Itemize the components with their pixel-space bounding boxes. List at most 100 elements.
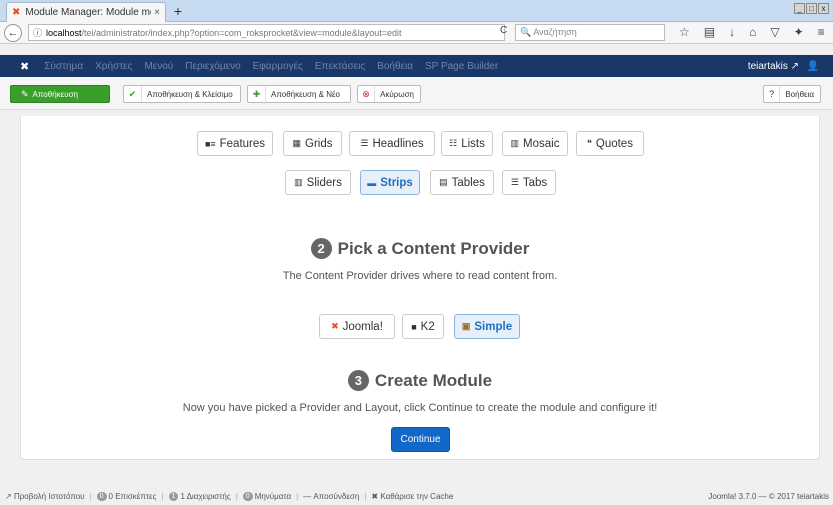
step2-heading: 2 Pick a Content Provider [21,238,819,259]
browser-toolbar-icons: ☆ ▤ ↓ ⌂ ▽ ✦ ≡ [679,25,825,39]
save-close-button[interactable]: ✔ Αποθήκευση & Κλείσιμο [123,85,241,103]
layout-features-button[interactable]: ■≡ Features [197,131,273,156]
step3-description: Now you have picked a Provider and Layou… [182,402,658,414]
layout-lists-button[interactable]: ☷ Lists [441,131,493,156]
layout-label: Headlines [372,137,424,150]
admins-badge: 1 [168,492,179,501]
messages-badge: 0 [242,492,253,501]
extension-icon[interactable]: ✦ [794,25,804,39]
url-host: localhost [46,27,82,38]
provider-label: K2 [420,320,435,333]
menu-sp-page-builder[interactable]: SP Page Builder [425,61,498,72]
save-new-button[interactable]: ✚ Αποθήκευση & Νέο [247,85,351,103]
preview-label: Προβολή Ιστοτόπου [13,492,85,501]
menu-menus[interactable]: Μενού [144,61,173,72]
menu-system[interactable]: Σύστημα [44,61,83,72]
back-button[interactable]: ← [4,23,22,42]
layout-sliders-button[interactable]: ▥ Sliders [285,170,351,195]
visitors-link[interactable]: 00 Επισκέπτες [96,492,156,501]
reload-icon[interactable]: C [500,25,507,36]
layout-mosaic-button[interactable]: ▥ Mosaic [502,131,568,156]
messages-link[interactable]: 0 Μηνύματα [242,492,291,501]
provider-k2-button[interactable]: ■ K2 [402,314,444,339]
strips-icon: ▬ [367,177,377,188]
joomla-logo-icon[interactable]: ✖ [20,60,29,73]
search-placeholder: Αναζήτηση [533,27,577,37]
new-tab-button[interactable]: + [170,3,186,19]
search-input[interactable]: 🔍 Αναζήτηση [515,24,665,41]
layout-label: Tabs [522,176,548,189]
step2-description: The Content Provider drives where to rea… [282,270,558,282]
module-wizard-card: ■≡ Features ▦ Grids ☰ Headlines ☷ Lists ▥ Mos… [20,116,820,460]
window-controls: _ □ x [794,3,829,14]
layout-label: Mosaic [523,137,560,150]
menu-users[interactable]: Χρήστες [95,61,132,72]
maximize-button[interactable]: □ [806,3,817,14]
browser-tab[interactable]: ✖ Module Manager: Module mod_r × [6,2,166,22]
save-label: Αποθήκευση [32,89,78,99]
help-button[interactable]: ? Βοήθεια [763,85,821,103]
admins-label: 1 Διαχειριστής [180,492,231,501]
layout-tables-button[interactable]: ▤ Tables [430,170,494,195]
user-name: teiartakis [747,60,788,72]
question-icon: ? [764,86,781,102]
joomla-icon: ✖ [331,321,339,331]
logout-link[interactable]: — Αποσύνδεση [303,492,359,501]
cancel-button[interactable]: ⊗ Ακύρωση [357,85,421,103]
admin-menu-bar: ✖ Σύστημα Χρήστες Μενού Περιεχόμενο Εφαρ… [0,55,833,77]
user-menu[interactable]: teiartakis ↗ [748,61,799,72]
preview-site-link[interactable]: ↗ Προβολή Ιστοτόπου [5,492,85,501]
admins-link[interactable]: 11 Διαχειριστής [168,492,231,501]
menu-help[interactable]: Βοήθεια [377,61,413,72]
browser-nav-bar: ← ⓘ localhost/tei/administrator/index.ph… [0,22,833,44]
clear-cache-link[interactable]: ✖ Καθάρισε την Cache [371,492,453,501]
browser-tab-bar: ✖ Module Manager: Module mod_r × + _ □ x [0,0,833,22]
menu-components[interactable]: Εφαρμογές [253,61,303,72]
logout-label: Αποσύνδεση [313,492,360,501]
bookmark-star-icon[interactable]: ☆ [679,25,690,39]
menu-content[interactable]: Περιεχόμενο [185,61,240,72]
table-icon: ▤ [439,177,448,187]
tab-close-icon[interactable]: × [154,7,160,18]
step2-number: 2 [310,238,332,259]
close-window-button[interactable]: x [818,3,829,14]
plus-icon: ✚ [248,86,266,102]
home-icon[interactable]: ⌂ [749,25,756,39]
url-bar[interactable]: ⓘ localhost/tei/administrator/index.php?… [28,24,505,41]
layout-label: Features [219,137,266,150]
minimize-button[interactable]: _ [794,3,805,14]
layout-grids-button[interactable]: ▦ Grids [283,131,342,156]
menu-extensions[interactable]: Επεκτάσεις [315,61,365,72]
provider-label: Joomla! [342,320,383,333]
layout-label: Grids [305,137,333,150]
tabs-icon: ☰ [510,177,519,187]
layout-label: Strips [380,176,413,189]
version-text: Joomla! 3.7.0 — © 2017 teiartakis [708,492,829,501]
action-toolbar: ✎ Αποθήκευση ✔ Αποθήκευση & Κλείσιμο ✚ Α… [0,77,833,110]
check-icon: ✔ [124,86,142,102]
menu-icon[interactable]: ≡ [818,25,825,39]
download-icon[interactable]: ↓ [729,25,735,39]
layout-quotes-button[interactable]: ❝ Quotes [576,131,644,156]
save-button[interactable]: ✎ Αποθήκευση [10,85,110,103]
continue-button[interactable]: Continue [391,427,450,452]
info-icon[interactable]: ⓘ [33,26,42,39]
layout-strips-button[interactable]: ▬ Strips [360,170,420,195]
layout-label: Tables [451,176,485,189]
pocket-icon[interactable]: ▽ [770,25,779,39]
save-new-label: Αποθήκευση & Νέο [271,89,340,99]
k2-icon: ■ [411,321,417,332]
cancel-icon: ⊗ [358,86,376,102]
layout-label: Quotes [595,137,633,150]
layout-headlines-button[interactable]: ☰ Headlines [349,131,435,156]
list-icon: ☷ [449,138,458,148]
cancel-label: Ακύρωση [380,89,414,99]
provider-simple-button[interactable]: ▣ Simple [454,314,520,339]
provider-joomla-button[interactable]: ✖ Joomla! [319,314,395,339]
user-icon[interactable]: 👤 [807,61,819,72]
status-bar: ↗ Προβολή Ιστοτόπου | 00 Επισκέπτες | 11… [5,492,829,501]
step2-title: Pick a Content Provider [337,239,530,258]
layout-tabs-button[interactable]: ☰ Tabs [502,170,556,195]
sliders-icon: ▥ [294,177,303,187]
bookmarks-list-icon[interactable]: ▤ [704,25,715,39]
